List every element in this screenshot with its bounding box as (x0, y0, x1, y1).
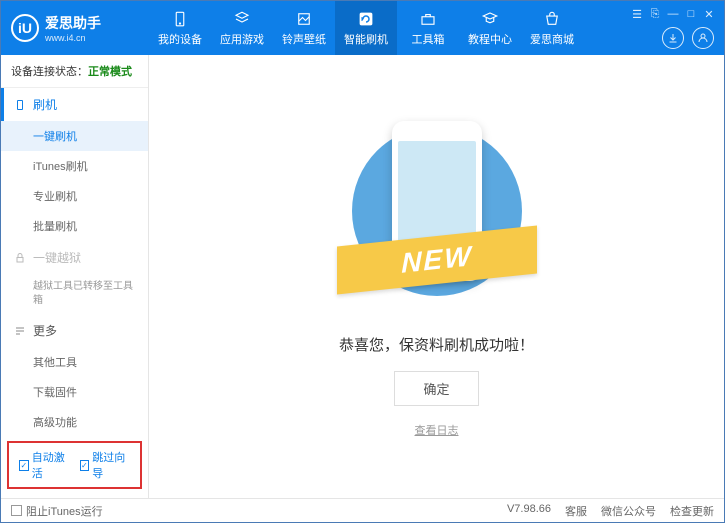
list-icon (13, 324, 27, 338)
toolbox-icon (419, 10, 437, 28)
nav-label: 我的设备 (158, 31, 202, 47)
service-link[interactable]: 客服 (565, 503, 587, 519)
app-name: 爱思助手 (45, 13, 101, 33)
sidebar-header-flash[interactable]: 刷机 (1, 88, 148, 121)
nav-apps[interactable]: 应用游戏 (211, 1, 273, 55)
tutorial-icon (481, 10, 499, 28)
menu-icon[interactable]: ☰ (630, 7, 644, 21)
nav-label: 铃声壁纸 (282, 31, 326, 47)
sidebar-header-label: 刷机 (33, 96, 57, 113)
version-label: V7.98.66 (507, 503, 551, 519)
flash-icon (357, 10, 375, 28)
conn-value: 正常模式 (88, 66, 132, 78)
nav-label: 应用游戏 (220, 31, 264, 47)
minimize-icon[interactable]: ― (666, 7, 680, 21)
sidebar-header-label: 一键越狱 (33, 249, 81, 266)
nav-label: 智能刷机 (344, 31, 388, 47)
checkbox-row: ✓自动激活 ✓跳过向导 (7, 441, 142, 489)
download-button[interactable] (662, 27, 684, 49)
success-message: 恭喜您，保资料刷机成功啦！ (339, 334, 534, 355)
lock-icon (13, 251, 27, 265)
apps-icon (233, 10, 251, 28)
device-block[interactable]: iPhone 12 mini 64GB Down-12mini-13,1 (1, 493, 148, 498)
store-icon (543, 10, 561, 28)
conn-label: 设备连接状态： (11, 66, 88, 78)
ok-button[interactable]: 确定 (394, 371, 478, 406)
nav-tutorial[interactable]: 教程中心 (459, 1, 521, 55)
chk-skip-guide[interactable]: ✓跳过向导 (80, 449, 131, 481)
maximize-icon[interactable]: □ (684, 7, 698, 21)
view-log-link[interactable]: 查看日志 (415, 422, 459, 438)
update-link[interactable]: 检查更新 (670, 503, 714, 519)
sidebar-item-oneclick[interactable]: 一键刷机 (1, 121, 148, 151)
connection-status: 设备连接状态：正常模式 (1, 55, 148, 88)
sidebar-item-batch[interactable]: 批量刷机 (1, 211, 148, 241)
nav-toolbox[interactable]: 工具箱 (397, 1, 459, 55)
wechat-link[interactable]: 微信公众号 (601, 503, 656, 519)
nav-label: 爱思商城 (530, 31, 574, 47)
checkbox-icon: ✓ (80, 460, 90, 471)
nav-ringtone[interactable]: 铃声壁纸 (273, 1, 335, 55)
block-itunes-label: 阻止iTunes运行 (26, 503, 103, 519)
close-icon[interactable]: ✕ (702, 7, 716, 21)
wallpaper-icon (295, 10, 313, 28)
header: iU 爱思助手 www.i4.cn 我的设备 应用游戏 铃声壁纸 智能刷机 工具… (1, 1, 724, 55)
checkbox-icon: ✓ (19, 460, 29, 471)
success-illustration: NEW (347, 116, 527, 316)
sidebar: 设备连接状态：正常模式 刷机 一键刷机 iTunes刷机 专业刷机 批量刷机 一… (1, 55, 149, 498)
sidebar-header-label: 更多 (33, 322, 57, 339)
sidebar-item-advanced[interactable]: 高级功能 (1, 407, 148, 437)
sidebar-item-pro[interactable]: 专业刷机 (1, 181, 148, 211)
main-content: NEW 恭喜您，保资料刷机成功啦！ 确定 查看日志 (149, 55, 724, 498)
sidebar-header-more[interactable]: 更多 (1, 314, 148, 347)
sidebar-item-other[interactable]: 其他工具 (1, 347, 148, 377)
sidebar-header-jailbreak[interactable]: 一键越狱 (1, 241, 148, 274)
sidebar-item-firmware[interactable]: 下载固件 (1, 377, 148, 407)
chk-auto-activate[interactable]: ✓自动激活 (19, 449, 70, 481)
lock-icon[interactable]: ⎘ (648, 7, 662, 21)
jailbreak-note: 越狱工具已转移至工具箱 (1, 274, 148, 314)
nav-flash[interactable]: 智能刷机 (335, 1, 397, 55)
device-icon (171, 10, 189, 28)
window-controls: ☰ ⎘ ― □ ✕ (630, 7, 716, 21)
logo-icon: iU (11, 14, 39, 42)
logo-area: iU 爱思助手 www.i4.cn (1, 13, 149, 43)
chk-label: 跳过向导 (92, 449, 130, 481)
user-button[interactable] (692, 27, 714, 49)
app-url: www.i4.cn (45, 33, 101, 43)
phone-icon (13, 98, 27, 112)
nav-store[interactable]: 爱思商城 (521, 1, 583, 55)
block-itunes-checkbox[interactable] (11, 505, 22, 516)
chk-label: 自动激活 (32, 449, 70, 481)
nav-label: 工具箱 (412, 31, 445, 47)
nav: 我的设备 应用游戏 铃声壁纸 智能刷机 工具箱 教程中心 爱思商城 (149, 1, 583, 55)
nav-my-device[interactable]: 我的设备 (149, 1, 211, 55)
nav-label: 教程中心 (468, 31, 512, 47)
footer: 阻止iTunes运行 V7.98.66 客服 微信公众号 检查更新 (1, 498, 724, 522)
sidebar-item-itunes[interactable]: iTunes刷机 (1, 151, 148, 181)
